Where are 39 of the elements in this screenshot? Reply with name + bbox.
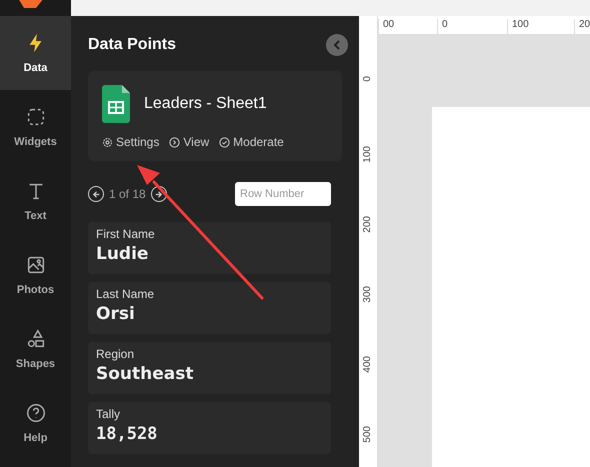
field-label: Region	[96, 347, 136, 361]
spreadsheet-icon	[102, 85, 130, 123]
field-value: Orsi	[96, 304, 136, 324]
help-icon	[24, 402, 46, 424]
sidebar-item[interactable]: Widgets	[0, 90, 71, 164]
ruler-label: 200	[362, 216, 373, 233]
card-action-link[interactable]: Settings	[102, 135, 160, 149]
sheet-name: Leaders - Sheet1	[144, 95, 267, 113]
row-position: 1 of 18	[109, 187, 146, 201]
ruler-label: 500	[362, 426, 373, 443]
collapse-button[interactable]	[326, 34, 348, 56]
panel-title: Data Points	[88, 36, 176, 54]
ruler-label: 100	[362, 146, 373, 163]
previous-button[interactable]	[88, 186, 104, 202]
ruler-label: 300	[362, 286, 373, 303]
sidebar-item[interactable]: Shapes	[0, 312, 71, 386]
sidebar-item[interactable]: Data	[0, 16, 71, 90]
sidebar-item[interactable]: Help	[0, 386, 71, 460]
play-circle-icon	[169, 136, 180, 148]
arrow-right-icon	[154, 190, 164, 198]
sidebar-item[interactable]: Photos	[0, 238, 71, 312]
field-value: 18,528	[96, 424, 158, 444]
logo-icon	[18, 0, 44, 8]
next-button[interactable]	[150, 186, 167, 202]
field-label: Last Name	[96, 287, 156, 301]
chevron-left-icon	[333, 40, 341, 50]
ruler-label: 400	[362, 356, 373, 373]
arrow-left-icon	[92, 190, 100, 198]
field-label: Tally	[96, 407, 122, 421]
field-value: Ludie	[96, 244, 150, 264]
sidebar-item[interactable]: Text	[0, 164, 71, 238]
check-circle-icon	[219, 136, 230, 148]
field-value: Southeast	[96, 364, 195, 384]
card-action-link[interactable]: View	[169, 135, 210, 149]
field-label: First Name	[96, 227, 156, 241]
ruler-label: 0	[362, 76, 373, 82]
settings-icon	[102, 136, 113, 148]
row-number-field[interactable]: Row Number	[235, 182, 331, 206]
card-action-link[interactable]: Moderate	[219, 135, 284, 149]
